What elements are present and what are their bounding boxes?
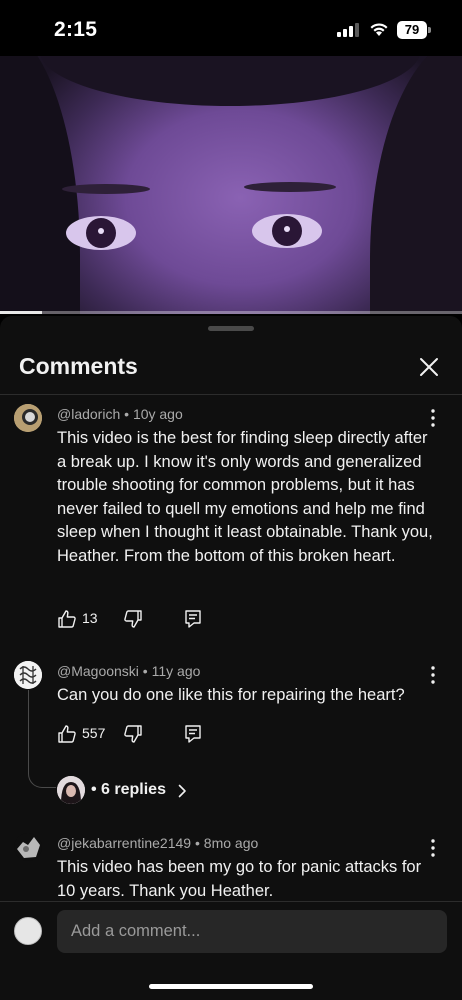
battery-icon: 79 xyxy=(397,21,431,39)
meta-separator: • xyxy=(138,663,152,679)
more-options-icon[interactable] xyxy=(424,665,442,685)
drag-handle[interactable] xyxy=(208,326,254,331)
video-progress-bar[interactable] xyxy=(0,311,462,314)
like-count: 13 xyxy=(82,610,98,626)
video-progress-fill xyxy=(0,311,42,314)
avatar[interactable] xyxy=(14,404,42,432)
comment-age: 11y ago xyxy=(151,663,201,679)
thumbs-up-icon[interactable] xyxy=(57,724,77,744)
comment-meta: @ladorich • 10y ago xyxy=(57,406,183,422)
comment-meta: @Magoonski • 11y ago xyxy=(57,663,200,679)
more-options-icon[interactable] xyxy=(424,408,442,428)
reply-icon[interactable] xyxy=(183,609,203,629)
meta-separator: • xyxy=(120,406,133,422)
comment-age: 8mo ago xyxy=(203,835,259,851)
comment-author[interactable]: @ladorich xyxy=(57,406,120,422)
battery-level: 79 xyxy=(397,21,427,39)
chevron-right-icon xyxy=(178,784,186,798)
header-divider xyxy=(0,394,462,395)
close-icon[interactable] xyxy=(414,352,444,382)
avatar xyxy=(57,776,85,804)
reply-icon[interactable] xyxy=(183,724,203,744)
video-frame-eye-right xyxy=(252,214,322,248)
avatar[interactable] xyxy=(14,661,42,689)
comment-text: This video is the best for finding sleep… xyxy=(57,429,433,565)
status-time: 2:15 xyxy=(54,18,98,41)
video-frame-eye-left xyxy=(66,216,136,250)
video-player[interactable] xyxy=(0,56,462,314)
wifi-icon xyxy=(370,23,388,36)
home-indicator[interactable] xyxy=(149,984,313,989)
battery-tip xyxy=(428,27,431,33)
thumbs-down-icon[interactable] xyxy=(123,724,143,744)
add-comment-input[interactable] xyxy=(57,910,447,953)
thumbs-up-icon[interactable] xyxy=(57,609,77,629)
status-bar: 2:15 79 xyxy=(0,0,462,56)
video-frame-hair xyxy=(40,56,420,106)
comments-title: Comments xyxy=(19,353,138,379)
video-frame-hair-left xyxy=(0,56,80,314)
avatar[interactable] xyxy=(14,917,42,945)
signal-icon xyxy=(337,23,359,37)
video-frame-brow-right xyxy=(244,182,336,192)
comment-text: This video has been my go to for panic a… xyxy=(57,858,422,900)
reply-thread-line xyxy=(28,690,56,788)
comment-meta: @jekabarrentine2149 • 8mo ago xyxy=(57,835,258,851)
comment-author[interactable]: @Magoonski xyxy=(57,663,139,679)
video-frame-brow-left xyxy=(62,184,150,194)
comment-age: 10y ago xyxy=(132,406,183,422)
meta-separator: • xyxy=(191,835,204,851)
replies-count-label: • 6 replies xyxy=(91,781,166,798)
video-frame-hair-right xyxy=(370,56,462,314)
thumbs-down-icon[interactable] xyxy=(123,609,143,629)
avatar[interactable] xyxy=(14,833,42,861)
like-count: 557 xyxy=(82,725,106,741)
more-options-icon[interactable] xyxy=(424,838,442,858)
comment-text: Can you do one like this for repairing t… xyxy=(57,686,405,704)
comment-author[interactable]: @jekabarrentine2149 xyxy=(57,835,191,851)
